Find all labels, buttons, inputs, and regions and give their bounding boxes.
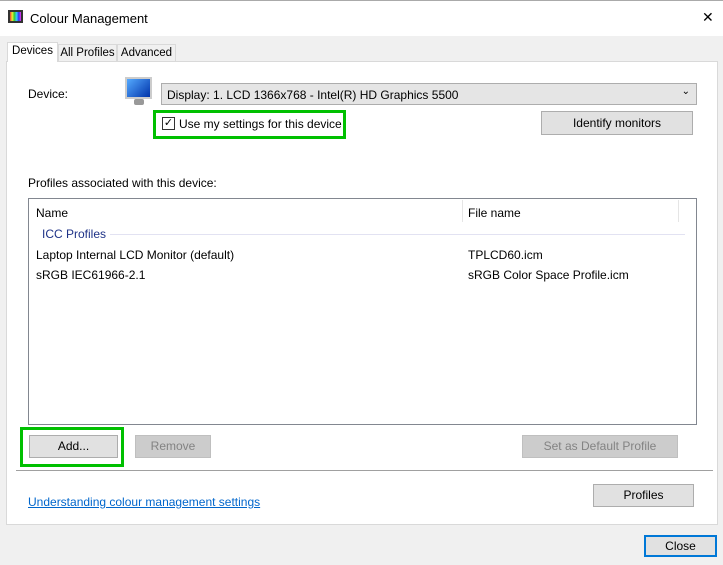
use-my-settings-label[interactable]: Use my settings for this device [179, 117, 342, 131]
monitor-stand-icon [134, 99, 144, 105]
close-window-icon[interactable]: ✕ [702, 9, 714, 26]
column-divider [462, 200, 463, 222]
profile-file: sRGB Color Space Profile.icm [468, 268, 629, 282]
profile-name: Laptop Internal LCD Monitor (default) [36, 248, 235, 262]
profiles-label: Profiles associated with this device: [28, 176, 217, 190]
tab-devices[interactable]: Devices [7, 42, 58, 62]
app-icon [8, 10, 23, 23]
profiles-list[interactable] [28, 198, 697, 425]
tab-advanced[interactable]: Advanced [117, 44, 176, 61]
group-header: ICC Profiles [42, 227, 107, 241]
add-button[interactable]: Add... [29, 435, 118, 458]
group-line [110, 234, 685, 235]
chevron-down-icon: ⌄ [681, 86, 690, 97]
column-divider [678, 200, 679, 222]
device-label: Device: [28, 87, 69, 101]
column-header-file[interactable]: File name [468, 206, 521, 220]
separator [16, 470, 713, 471]
remove-button[interactable]: Remove [135, 435, 211, 458]
device-dropdown-value: Display: 1. LCD 1366x768 - Intel(R) HD G… [167, 88, 459, 102]
tab-all-profiles[interactable]: All Profiles [58, 44, 117, 61]
table-row[interactable]: sRGB IEC61966-2.1 sRGB Color Space Profi… [36, 268, 686, 286]
window-title: Colour Management [30, 11, 148, 26]
close-button[interactable]: Close [644, 535, 717, 557]
table-row[interactable]: Laptop Internal LCD Monitor (default) TP… [36, 248, 686, 266]
monitor-icon [125, 77, 152, 99]
column-header-name[interactable]: Name [36, 206, 68, 220]
set-default-button[interactable]: Set as Default Profile [522, 435, 678, 458]
profiles-button[interactable]: Profiles [593, 484, 694, 507]
device-dropdown[interactable]: Display: 1. LCD 1366x768 - Intel(R) HD G… [161, 83, 697, 105]
profile-file: TPLCD60.icm [468, 248, 543, 262]
use-my-settings-checkbox[interactable]: ✓ [162, 117, 175, 130]
help-link[interactable]: Understanding colour management settings [28, 495, 260, 509]
profile-name: sRGB IEC61966-2.1 [36, 268, 146, 282]
identify-monitors-button[interactable]: Identify monitors [541, 111, 693, 135]
